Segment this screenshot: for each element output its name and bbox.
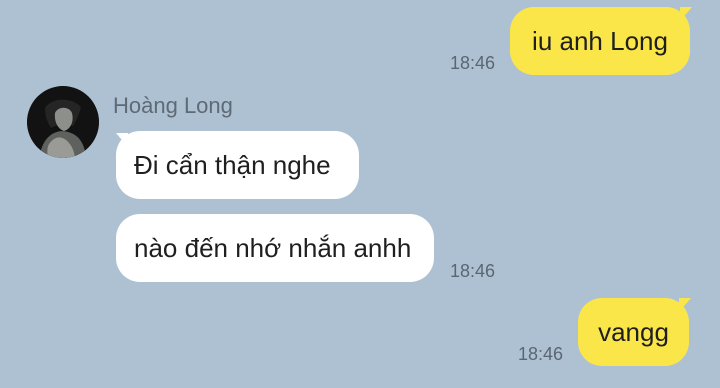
outgoing-message-bubble[interactable]: iu anh Long xyxy=(510,7,690,75)
sender-name: Hoàng Long xyxy=(113,93,233,118)
message-time: 18:46 xyxy=(450,261,496,281)
incoming-message-bubble[interactable]: nào đến nhớ nhắn anhh xyxy=(116,214,434,282)
contact-avatar[interactable] xyxy=(27,86,99,158)
incoming-message-bubble[interactable]: Đi cẩn thận nghe xyxy=(116,131,359,199)
chat-thread: 18:46 iu anh Long Hoàng Long Đi cẩn thận… xyxy=(0,0,720,388)
message-time: 18:46 xyxy=(450,53,496,73)
message-tail-icon xyxy=(680,7,692,21)
message-tail-icon xyxy=(679,298,691,312)
outgoing-message-bubble[interactable]: vangg xyxy=(578,298,689,366)
message-time: 18:46 xyxy=(518,344,564,364)
